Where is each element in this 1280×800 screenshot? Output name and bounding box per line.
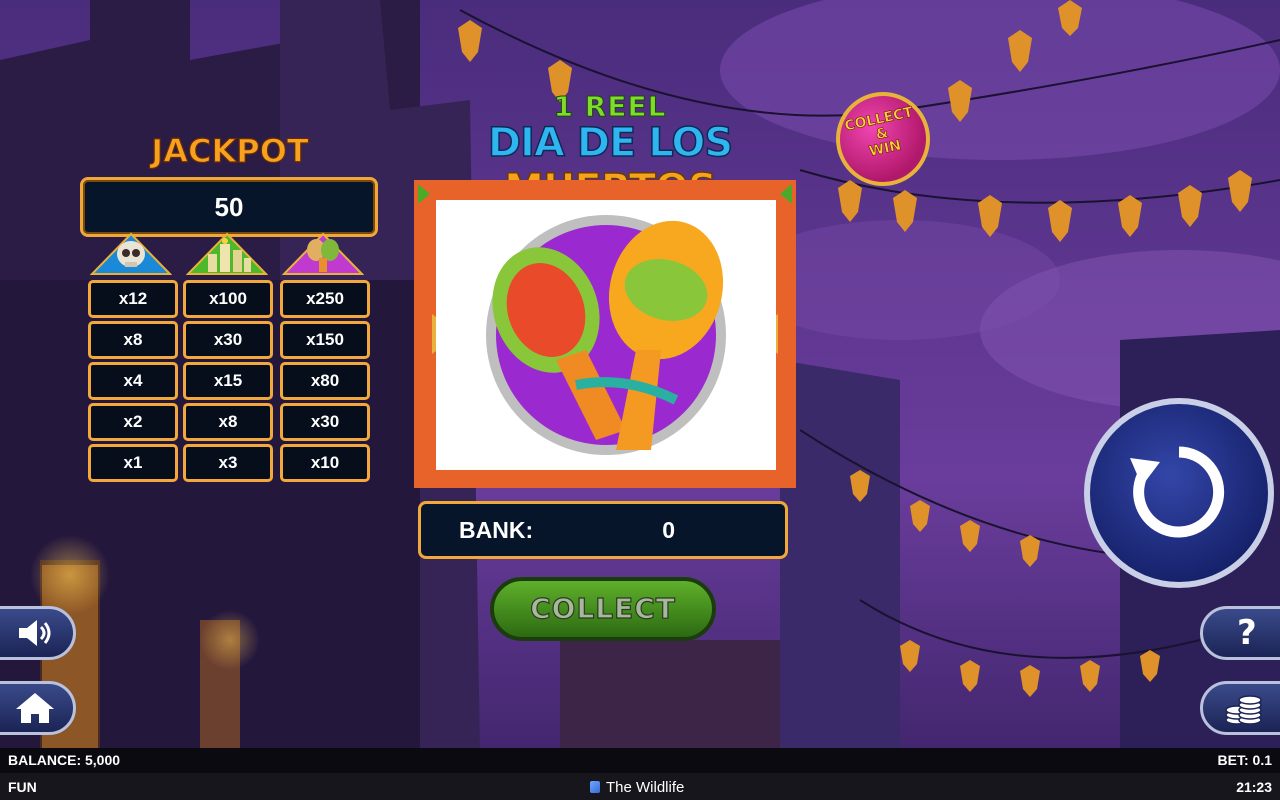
- bank-value: 0: [662, 517, 675, 543]
- multiplier-cell: x10: [280, 444, 370, 482]
- bank-label: BANK:: [459, 517, 534, 543]
- sound-icon: [19, 620, 51, 646]
- multiplier-cell: x100: [183, 280, 273, 318]
- multiplier-cell: x12: [88, 280, 178, 318]
- multiplier-cell: x1: [88, 444, 178, 482]
- multiplier-cell: x3: [183, 444, 273, 482]
- info-bar: FUN The Wildlife 21:23: [0, 773, 1280, 800]
- reel-window: [436, 200, 776, 470]
- brand-name: The Wildlife: [606, 779, 685, 796]
- multiplier-cell: x150: [280, 321, 370, 359]
- home-button[interactable]: [0, 681, 76, 735]
- multiplier-cell: x4: [88, 362, 178, 400]
- game-title-blue: DIA DE LOS: [487, 119, 734, 167]
- maracas-icon: [282, 232, 364, 275]
- spin-icon: [1130, 446, 1225, 538]
- game-title-line1: 1 REEL: [553, 90, 667, 124]
- bet-display: BET: 0.1: [1217, 752, 1272, 768]
- coins-button[interactable]: [1200, 681, 1280, 735]
- collect-button[interactable]: COLLECT: [490, 577, 716, 641]
- balance-display: BALANCE: 5,000: [8, 752, 121, 768]
- multiplier-cell: x30: [280, 403, 370, 441]
- multiplier-cell: x80: [280, 362, 370, 400]
- home-icon: [16, 693, 54, 723]
- brand-label: The Wildlife: [590, 779, 684, 796]
- bank-display: BANK: 0: [418, 501, 788, 559]
- maracas-icon: [486, 215, 726, 455]
- multiplier-cell: x2: [88, 403, 178, 441]
- sound-button[interactable]: [0, 606, 76, 660]
- clock: 21:23: [1236, 779, 1272, 795]
- help-button[interactable]: ?: [1200, 606, 1280, 660]
- multiplier-cell: x15: [183, 362, 273, 400]
- spin-button[interactable]: [1084, 398, 1274, 588]
- status-bar: BALANCE: 5,000 BET: 0.1: [0, 748, 1280, 773]
- help-icon: ?: [1237, 613, 1257, 653]
- multiplier-cell: x30: [183, 321, 273, 359]
- mode-label: FUN: [8, 779, 37, 795]
- coins-icon: [1225, 695, 1262, 725]
- jackpot-title: JACKPOT: [151, 131, 310, 170]
- multiplier-cell: x8: [183, 403, 273, 441]
- skull-icon: [90, 232, 172, 275]
- candles-icon: [186, 232, 268, 275]
- multiplier-cell: x250: [280, 280, 370, 318]
- multiplier-cell: x8: [88, 321, 178, 359]
- brand-logo-icon: [590, 781, 600, 793]
- jackpot-value: 50: [80, 177, 378, 237]
